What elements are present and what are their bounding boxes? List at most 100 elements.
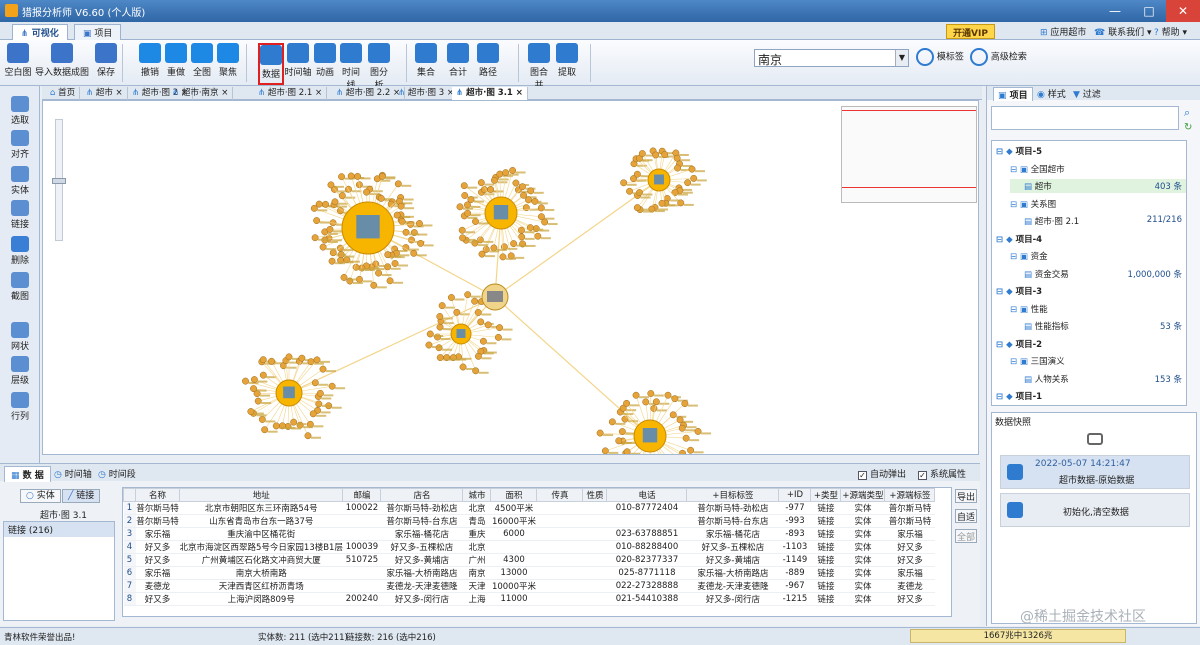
table-cell[interactable]	[342, 514, 381, 528]
graph-node-label[interactable]	[515, 171, 526, 174]
table-cell[interactable]: 重庆	[462, 527, 491, 541]
graph-node-label[interactable]	[385, 177, 396, 180]
close-button[interactable]: ✕	[1166, 0, 1200, 22]
graph-node[interactable]	[355, 275, 363, 283]
table-cell[interactable]: 好又多	[135, 553, 180, 567]
table-cell[interactable]: 4300	[490, 553, 537, 567]
graph-node[interactable]	[690, 174, 698, 182]
graph-node-label[interactable]	[653, 394, 664, 397]
graph-node-label[interactable]	[360, 177, 371, 180]
graph-node-label[interactable]	[656, 409, 667, 412]
table-cell[interactable]	[536, 592, 583, 606]
table-cell[interactable]: 实体	[840, 514, 885, 528]
graph-node-label[interactable]	[608, 451, 619, 454]
graph-node[interactable]	[669, 411, 677, 419]
column-header[interactable]: 城市	[462, 488, 492, 502]
graph-node-label[interactable]	[501, 338, 512, 341]
graph-node-label[interactable]	[478, 371, 489, 374]
graph-node[interactable]	[354, 172, 362, 180]
graph-node-label[interactable]	[621, 441, 632, 444]
column-header[interactable]: 面积	[490, 488, 538, 502]
graph-node-label[interactable]	[325, 370, 336, 373]
graph-node[interactable]	[326, 225, 334, 233]
graph-node[interactable]	[512, 179, 520, 187]
table-cell[interactable]	[536, 514, 583, 528]
tree-node[interactable]: ⊟ ◆ 项目-5	[996, 145, 1042, 157]
graph-node[interactable]	[272, 422, 280, 430]
graph-node[interactable]	[525, 196, 532, 204]
graph-node[interactable]	[496, 170, 504, 178]
toolbar-import-data-button[interactable]: 导入数据成图	[34, 43, 90, 85]
snapshot-item[interactable]: 2022-05-07 14:21:47 超市数据-原始数据	[1000, 455, 1190, 489]
table-cell[interactable]: 实体	[840, 553, 885, 567]
graph-node[interactable]	[464, 291, 472, 299]
graph-node[interactable]	[642, 398, 650, 406]
table-cell[interactable]: 普尔斯马特-劲松店	[380, 501, 463, 515]
table-row[interactable]: 1 普尔斯马特 北京市朝阳区东三环南路54号 100022 普尔斯马特-劲松店 北京 450…	[123, 501, 935, 515]
graph-node-label[interactable]	[433, 334, 444, 337]
graph-node-label[interactable]	[422, 224, 433, 227]
toolbar-set-button[interactable]: 集合	[414, 43, 438, 85]
graph-node[interactable]	[534, 232, 542, 240]
table-cell[interactable]: 普尔斯马特-台东店	[686, 514, 779, 528]
entity-toggle[interactable]: ○ 实体	[20, 489, 61, 503]
graph-node[interactable]	[304, 432, 312, 440]
graph-node-label[interactable]	[677, 193, 688, 196]
tree-node[interactable]: ▤ 人物关系	[1024, 373, 1069, 385]
graph-node-label[interactable]	[303, 426, 314, 429]
table-cell[interactable]: 链接	[810, 540, 841, 554]
toolbar-focus-button[interactable]: 聚焦	[216, 43, 240, 85]
table-row[interactable]: 4 好又多 北京市海淀区西翠路5号今日家园13楼B1层 100039 好又多-五棵松店北…	[123, 540, 935, 554]
table-cell[interactable]: 北京	[462, 540, 491, 554]
graph-node[interactable]	[527, 187, 535, 195]
doc-tab[interactable]: ⌂ 首页	[46, 87, 81, 100]
table-cell[interactable]	[536, 566, 583, 580]
graph-node[interactable]	[467, 196, 475, 204]
toolbar-graph-merge-button[interactable]: 图合并	[526, 43, 552, 91]
graph-node-label[interactable]	[654, 210, 665, 213]
table-cell[interactable]: 北京	[462, 501, 491, 515]
graph-node-label[interactable]	[313, 362, 324, 365]
graph-node-label[interactable]	[362, 280, 373, 283]
graph-node[interactable]	[315, 200, 323, 208]
toolbar-save-button[interactable]: 保存	[94, 43, 118, 85]
graph-node-label[interactable]	[483, 352, 494, 355]
graph-node-label[interactable]	[333, 185, 344, 188]
graph-node[interactable]	[447, 294, 455, 301]
table-cell[interactable]: 100022	[342, 501, 381, 515]
graph-node-label[interactable]	[401, 184, 412, 187]
graph-node[interactable]	[259, 356, 267, 364]
graph-node-label[interactable]	[331, 406, 342, 409]
tab-visualization[interactable]: ⋔ 可视化	[12, 24, 68, 40]
graph-node[interactable]	[311, 234, 319, 242]
graph-node[interactable]	[682, 434, 690, 442]
graph-node-label[interactable]	[670, 199, 681, 202]
doc-tab[interactable]: ⋔ 超市·图 2.1 ×	[254, 87, 328, 100]
table-cell[interactable]: 普尔斯马特	[135, 514, 180, 528]
graph-node[interactable]	[459, 363, 467, 371]
graph-node[interactable]	[477, 179, 485, 187]
graph-node-label[interactable]	[486, 342, 497, 345]
left-tool-screenshot[interactable]: 截图	[3, 272, 37, 302]
graph-node-label[interactable]	[489, 250, 500, 253]
table-cell[interactable]: 家乐福	[135, 566, 180, 580]
graph-node-label[interactable]	[443, 358, 454, 361]
graph-node[interactable]	[425, 341, 433, 349]
graph-node-label[interactable]	[544, 208, 555, 211]
table-cell[interactable]: 好又多	[135, 540, 180, 554]
left-tool-grid-layout[interactable]: 行列	[3, 392, 37, 422]
toolbar-extract-button[interactable]: 提取	[556, 43, 578, 85]
graph-node[interactable]	[626, 187, 634, 195]
graph-node[interactable]	[250, 376, 258, 384]
left-tool-delete[interactable]: 删除	[3, 236, 37, 266]
graph-node[interactable]	[518, 183, 526, 191]
table-cell[interactable]: 好又多-黄埔店	[380, 553, 463, 567]
graph-node[interactable]	[391, 260, 399, 267]
graph-node[interactable]	[647, 390, 655, 397]
toolbar-data-grid-button[interactable]: 数据	[258, 43, 284, 85]
table-cell[interactable]: 链接	[810, 592, 841, 606]
graph-node[interactable]	[517, 226, 525, 234]
toolbar-animation-button[interactable]: 动画	[314, 43, 336, 85]
table-cell[interactable]: -1215	[778, 592, 811, 606]
table-cell[interactable]: 家乐福-桶花店	[686, 527, 779, 541]
